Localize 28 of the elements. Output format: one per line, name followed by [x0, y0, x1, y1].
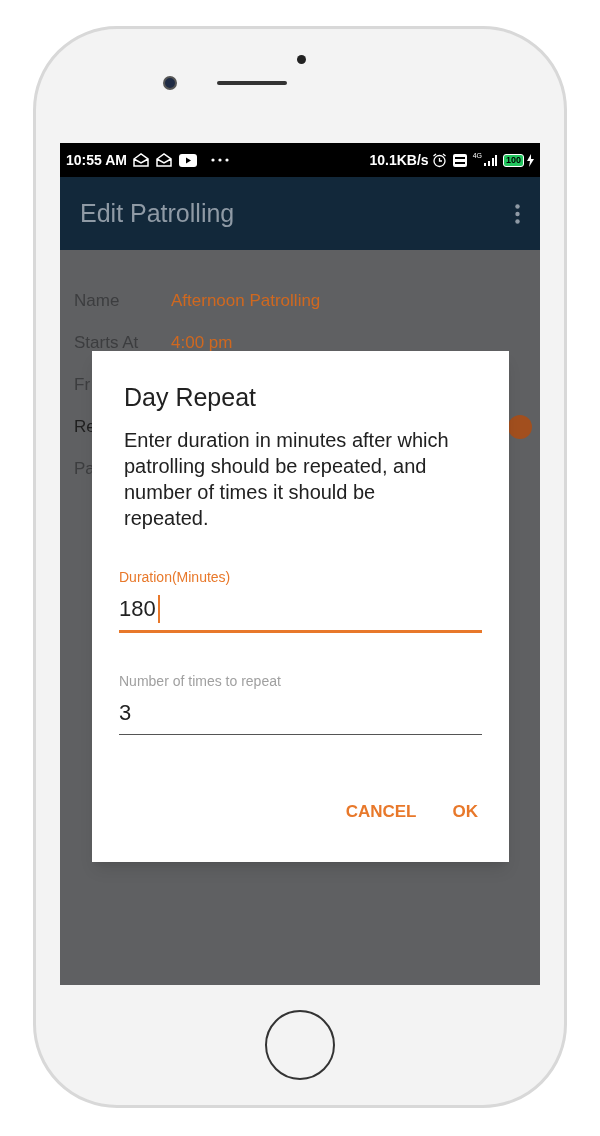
network-speed: 10.1KB/s: [369, 150, 429, 170]
more-icon[interactable]: [515, 203, 520, 224]
field-value: 3: [119, 699, 132, 727]
mail-icon: [132, 153, 149, 167]
dialog-button[interactable]: OK: [438, 790, 492, 832]
dialog-title: Day Repeat: [124, 382, 258, 413]
text-cursor: [157, 594, 160, 623]
field-label: Duration(Minutes): [119, 567, 232, 587]
dialog-button[interactable]: CANCEL: [331, 790, 431, 832]
sensor-icon: [296, 55, 306, 64]
text-field[interactable]: Number of times to repeat 3: [119, 670, 482, 735]
dialog-message: Enter duration in minutes after which patrolling should be repeated, and number of times it should be repeated.: [124, 427, 450, 531]
mail-icon: [155, 153, 172, 167]
charging-icon: [527, 153, 534, 167]
field-value: 180: [119, 595, 156, 623]
field-label: Number of times to repeat: [119, 671, 282, 691]
switch-thumb[interactable]: [508, 415, 532, 439]
text-field[interactable]: Duration(Minutes) 180: [119, 566, 482, 633]
clock: 10:55 AM: [66, 150, 127, 170]
play-icon: [178, 153, 197, 167]
signal-icon: [482, 154, 497, 166]
alarm-icon: [431, 152, 447, 168]
screen-title: Edit Patrolling: [80, 197, 236, 229]
battery-level: 100: [502, 153, 524, 167]
more-icon: [210, 158, 229, 162]
field-value[interactable]: Afternoon Patrolling: [171, 288, 321, 314]
speaker-grille: [217, 81, 287, 85]
camera-icon: [163, 76, 177, 90]
